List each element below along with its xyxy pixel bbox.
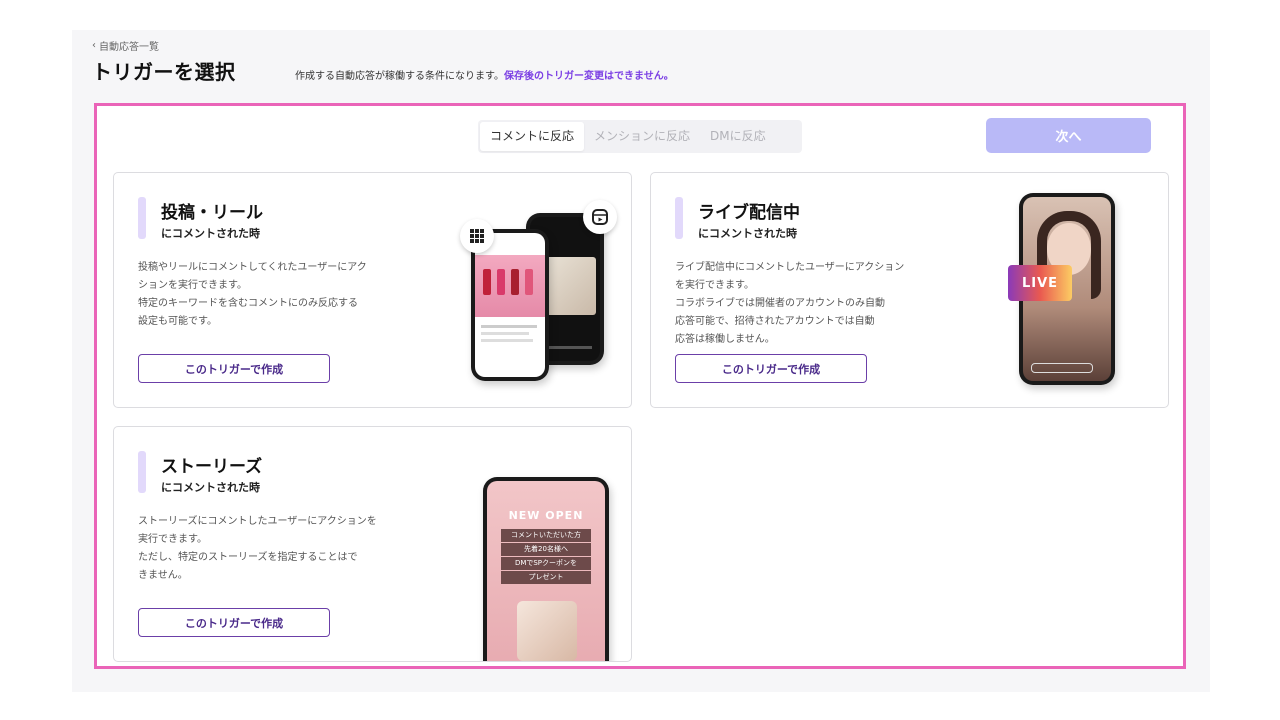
story-message-box: コメントいただいた方 先着20名様へ DMでSPクーポンを プレゼント (501, 529, 591, 584)
story-line: コメントいただいた方 (501, 529, 591, 542)
desc-line: 特定のキーワードを含むコメントにのみ反応する (138, 298, 358, 309)
next-button[interactable]: 次へ (986, 118, 1151, 153)
desc-line: きません。 (138, 570, 188, 581)
story-line: プレゼント (501, 571, 591, 584)
reel-image (544, 257, 596, 315)
subtitle-note: 保存後のトリガー変更はできません。 (504, 71, 674, 82)
card-subtitle: にコメントされた時 (161, 227, 260, 240)
feed-image (475, 255, 545, 317)
desc-line: 応答可能で、招待されたアカウントでは自動 (675, 316, 875, 327)
phone-illustration-story: NEW OPEN コメントいただいた方 先着20名様へ DMでSPクーポンを プ… (483, 477, 609, 661)
live-badge: LIVE (1008, 265, 1072, 301)
card-description: 投稿やリールにコメントしてくれたユーザーにアク ションを実行できます。 特定のキ… (138, 259, 393, 331)
subtitle-text: 作成する自動応答が稼働する条件になります。 (295, 71, 504, 82)
chevron-left-icon: ‹ (92, 40, 96, 51)
card-description: ストーリーズにコメントしたユーザーにアクションを 実行できます。 ただし、特定の… (138, 513, 393, 585)
story-line: DMでSPクーポンを (501, 557, 591, 570)
desc-line: ただし、特定のストーリーズを指定することはで (138, 552, 358, 563)
page-subtitle: 作成する自動応答が稼働する条件になります。保存後のトリガー変更はできません。 (295, 67, 674, 82)
card-title: ライブ配信中 (698, 203, 800, 223)
create-trigger-button-live[interactable]: このトリガーで作成 (675, 354, 867, 383)
desc-line: を実行できます。 (675, 280, 754, 291)
story-headline: NEW OPEN (508, 509, 584, 522)
create-trigger-button-story[interactable]: このトリガーで作成 (138, 608, 330, 637)
grid-icon (460, 219, 494, 253)
card-accent-bar (138, 197, 146, 239)
card-live: ライブ配信中 にコメントされた時 ライブ配信中にコメントしたユーザーにアクション… (650, 172, 1169, 408)
breadcrumb-label: 自動応答一覧 (99, 42, 159, 53)
trigger-tabs: コメントに反応 メンションに反応 DMに反応 (478, 120, 802, 153)
live-comment-input (1031, 363, 1093, 373)
story-line: 先着20名様へ (501, 543, 591, 556)
tab-dm[interactable]: DMに反応 (700, 122, 776, 151)
card-accent-bar (675, 197, 683, 239)
card-title: 投稿・リール (161, 203, 263, 223)
desc-line: コラボライブでは開催者のアカウントのみ自動 (675, 298, 885, 309)
card-subtitle: にコメントされた時 (161, 481, 260, 494)
desc-line: ライブ配信中にコメントしたユーザーにアクション (675, 262, 905, 273)
card-post-reel: 投稿・リール にコメントされた時 投稿やリールにコメントしてくれたユーザーにアク… (113, 172, 632, 408)
desc-line: 応答は稼働しません。 (675, 334, 775, 345)
card-description: ライブ配信中にコメントしたユーザーにアクション を実行できます。 コラボライブで… (675, 259, 930, 349)
story-product-image (517, 601, 577, 661)
desc-line: ションを実行できます。 (138, 280, 247, 291)
desc-line: 投稿やリールにコメントしてくれたユーザーにアク (138, 262, 367, 273)
card-stories: ストーリーズ にコメントされた時 ストーリーズにコメントしたユーザーにアクション… (113, 426, 632, 662)
tab-comment[interactable]: コメントに反応 (480, 122, 585, 151)
card-accent-bar (138, 451, 146, 493)
page-title: トリガーを選択 (92, 60, 236, 84)
tab-mention[interactable]: メンションに反応 (584, 122, 700, 151)
desc-line: 実行できます。 (138, 534, 207, 545)
card-title: ストーリーズ (161, 457, 263, 477)
card-subtitle: にコメントされた時 (698, 227, 797, 240)
reel-caption-line (544, 346, 592, 349)
desc-line: ストーリーズにコメントしたユーザーにアクションを (138, 516, 377, 527)
desc-line: 設定も可能です。 (138, 316, 217, 327)
create-trigger-button-post[interactable]: このトリガーで作成 (138, 354, 330, 383)
breadcrumb[interactable]: ‹ 自動応答一覧 (92, 38, 159, 53)
reels-icon (583, 200, 617, 234)
